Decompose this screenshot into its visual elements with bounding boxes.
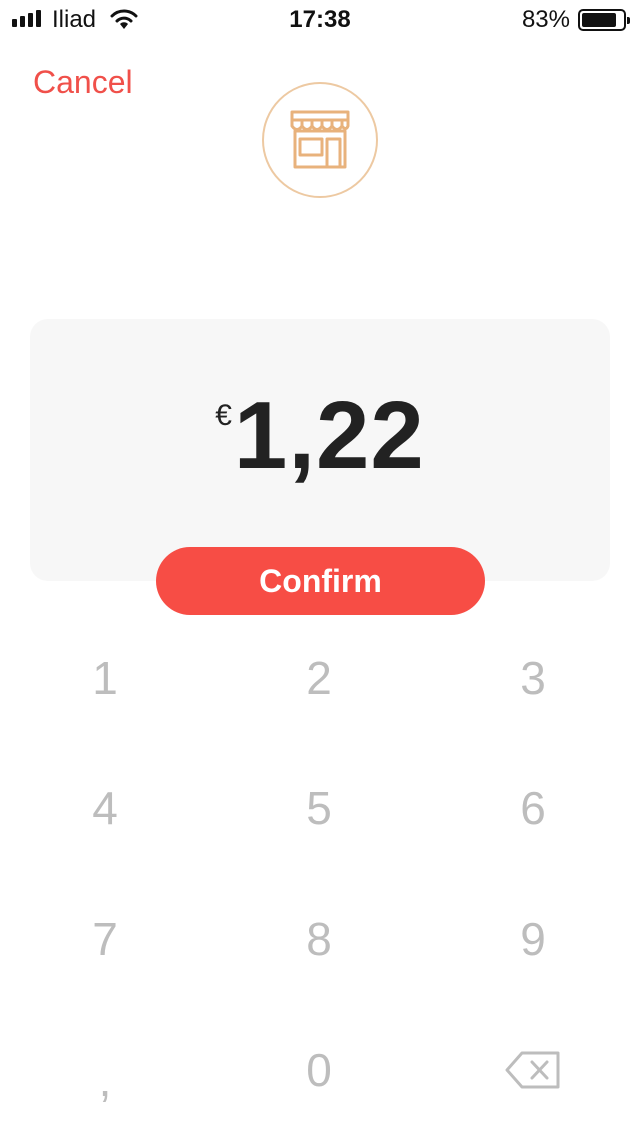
amount-display: € 1,22: [30, 383, 610, 489]
storefront-icon: [290, 110, 350, 169]
status-bar: Iliad 17:38 83%: [0, 0, 640, 40]
keypad-key-2[interactable]: 2: [219, 638, 419, 718]
keypad-key-6[interactable]: 6: [433, 768, 633, 848]
keypad-key-5[interactable]: 5: [219, 768, 419, 848]
amount-value: 1,22: [233, 382, 425, 489]
confirm-button[interactable]: Confirm: [156, 547, 485, 615]
cancel-button[interactable]: Cancel: [33, 64, 133, 101]
keypad-key-0[interactable]: 0: [219, 1030, 419, 1110]
backspace-button[interactable]: [433, 1030, 633, 1110]
keypad-key-4[interactable]: 4: [5, 768, 205, 848]
merchant-avatar: [262, 82, 378, 198]
keypad-key-9[interactable]: 9: [433, 899, 633, 979]
keypad-key-8[interactable]: 8: [219, 899, 419, 979]
keypad-key-3[interactable]: 3: [433, 638, 633, 718]
keypad-key-7[interactable]: 7: [5, 899, 205, 979]
currency-symbol: €: [215, 399, 232, 432]
backspace-icon: [505, 1051, 560, 1089]
battery-icon: [578, 9, 630, 31]
amount-card: € 1,22: [30, 319, 610, 581]
battery-percentage: 83%: [521, 6, 570, 33]
keypad-key-1[interactable]: 1: [5, 638, 205, 718]
keypad-key-comma[interactable]: ,: [5, 1040, 205, 1120]
